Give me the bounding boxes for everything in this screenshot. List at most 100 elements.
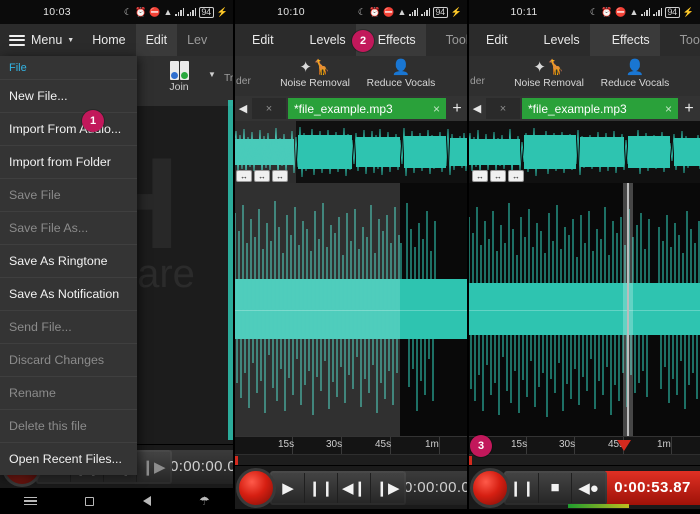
pause-button[interactable]: ❙❙ [506,473,539,503]
file-tab-active[interactable]: *file_example.mp3 × [522,98,678,119]
effect-noise-removal[interactable]: ✦🦒 Noise Removal [510,58,588,89]
charging-icon: ⚡ [217,8,228,17]
skip-forward-button[interactable]: ❙▶ [137,452,170,482]
scroll-left-icon[interactable]: ◀ [468,102,486,115]
screenshot-root: 10:03 ☾ ⏰ ⛔ ▲ 94 ⚡ Menu ▼ Home Edit Lev [0,0,700,514]
menu-item-save-file-as[interactable]: Save File As... [0,211,137,244]
time-display: 0:00:00.00 [404,471,468,505]
menu-item-import-from-folder[interactable]: Import from Folder [0,145,137,178]
signal-icon [421,8,430,16]
noise-removal-icon: ✦🦒 [510,58,588,78]
effect-label: Reduce Vocals [596,78,674,89]
home-icon[interactable] [85,497,94,506]
file-tab-name: *file_example.mp3 [528,102,665,116]
ruler-tick-label: 1m [425,439,439,450]
tab-home[interactable]: Home [82,24,135,56]
tool-caret-right[interactable]: ▼ [208,68,216,80]
add-tab-icon[interactable]: + [678,100,700,118]
menu-item-discard-changes[interactable]: Discard Changes [0,343,137,376]
record-button-active[interactable] [470,468,510,508]
tab-levels[interactable]: Levels [518,24,590,56]
drag-handle-icon[interactable]: ↔ [254,170,270,182]
android-nav-bar-middle: ☂ [234,509,468,514]
main-waveform-middle[interactable] [234,183,468,436]
effect-label: Noise Removal [510,78,588,89]
tab-tools[interactable]: Tools [426,24,468,56]
dnd-icon: ⛔ [615,8,626,17]
time-ruler-right[interactable]: 15s 30s 45s 1m [468,436,700,454]
menu-item-rename[interactable]: Rename [0,376,137,409]
menu-item-open-recent-files[interactable]: Open Recent Files... [0,442,137,475]
noise-removal-icon: ✦🦒 [276,58,354,78]
back-icon[interactable] [143,496,151,506]
inactive-tab-close-icon[interactable]: × [252,98,286,119]
tab-tools[interactable]: Tools [660,24,700,56]
transport-buttons-right: ❙❙ ■ ◀● [504,471,607,505]
drag-handle-icon[interactable]: ↔ [490,170,506,182]
menu-item-new-file[interactable]: New File... [0,79,137,112]
menu-item-import-from-audio[interactable]: Import From Audio... [0,112,137,145]
menu-button[interactable]: Menu ▼ [0,24,82,56]
overview-waveform-middle[interactable]: ↔ ↔ ↔ [234,121,468,183]
drag-handle-icon[interactable]: ↔ [508,170,524,182]
play-button[interactable]: ▶ [272,473,305,503]
effects-toolbar-right: der ✦🦒 Noise Removal 👤 Reduce Vocals [468,56,700,96]
tab-edit[interactable]: Edit [136,24,178,56]
overview-waveform-right[interactable]: ↔ ↔ ↔ [468,121,700,183]
chevron-down-icon: ▼ [208,70,216,79]
tab-levels[interactable]: Levels [284,24,356,56]
monitor-button[interactable]: ◀● [572,473,605,503]
add-tab-icon[interactable]: + [446,100,468,118]
tab-edit[interactable]: Edit [468,24,518,56]
level-meter-fill [568,504,629,508]
effect-reduce-vocals[interactable]: 👤 Reduce Vocals [362,58,440,89]
tab-edit[interactable]: Edit [234,24,284,56]
close-icon[interactable]: × [665,102,672,116]
file-tab-bar-right: ◀ × *file_example.mp3 × + [468,96,700,121]
menu-item-save-as-ringtone[interactable]: Save As Ringtone [0,244,137,277]
tab-levels[interactable]: Lev [177,24,217,56]
ruler-gridline [671,437,672,454]
effect-reduce-vocals[interactable]: 👤 Reduce Vocals [596,58,674,89]
tab-strip-left: Menu ▼ Home Edit Lev [0,24,234,56]
status-bar-left: 10:03 ☾ ⏰ ⛔ ▲ 94 ⚡ [0,0,234,24]
drag-handle-icon[interactable]: ↔ [272,170,288,182]
assist-icon[interactable]: ☂ [199,494,210,508]
menu-item-save-file[interactable]: Save File [0,178,137,211]
tool-join[interactable]: Join [148,58,210,93]
menu-item-delete-this-file[interactable]: Delete this file [0,409,137,442]
menu-item-send-file[interactable]: Send File... [0,310,137,343]
scroll-left-icon[interactable]: ◀ [234,102,252,115]
hamburger-icon [9,35,25,46]
close-icon[interactable]: × [433,102,440,116]
stop-button[interactable]: ■ [539,473,572,503]
record-button[interactable] [236,468,276,508]
scrollbar-track-middle[interactable] [234,454,468,465]
overview-handles-right[interactable]: ↔ ↔ ↔ [472,170,524,182]
wifi-icon: ▲ [397,8,406,17]
pause-button[interactable]: ❙❙ [305,473,338,503]
playhead-marker[interactable] [617,440,631,451]
skip-back-button[interactable]: ◀❙ [338,473,371,503]
alarm-icon: ⏰ [369,8,380,17]
time-ruler-middle[interactable]: 15s 30s 45s 1m [234,436,468,454]
skip-forward-button[interactable]: ❙▶ [371,473,404,503]
panel-left: 10:03 ☾ ⏰ ⛔ ▲ 94 ⚡ Menu ▼ Home Edit Lev [0,0,234,514]
playhead-cursor[interactable] [623,183,633,436]
main-waveform-right[interactable] [468,183,700,436]
file-tab-active[interactable]: *file_example.mp3 × [288,98,446,119]
overview-handles-left[interactable]: ↔ ↔ ↔ [236,170,288,182]
transport-bar-right: ❙❙ ■ ◀● 0:00:53.87 [468,465,700,509]
scrollbar-track-right[interactable] [468,454,700,465]
drag-handle-icon[interactable]: ↔ [236,170,252,182]
inactive-tab-close-icon[interactable]: × [486,98,520,119]
tab-effects[interactable]: Effects [590,24,660,56]
menu-icon[interactable] [24,497,37,506]
moon-icon: ☾ [590,8,598,17]
step-badge-3: 3 [470,435,492,457]
menu-item-save-as-notification[interactable]: Save As Notification [0,277,137,310]
effect-noise-removal[interactable]: ✦🦒 Noise Removal [276,58,354,89]
reduce-vocals-icon: 👤 [362,58,440,78]
drag-handle-icon[interactable]: ↔ [472,170,488,182]
panel-divider [233,0,235,514]
